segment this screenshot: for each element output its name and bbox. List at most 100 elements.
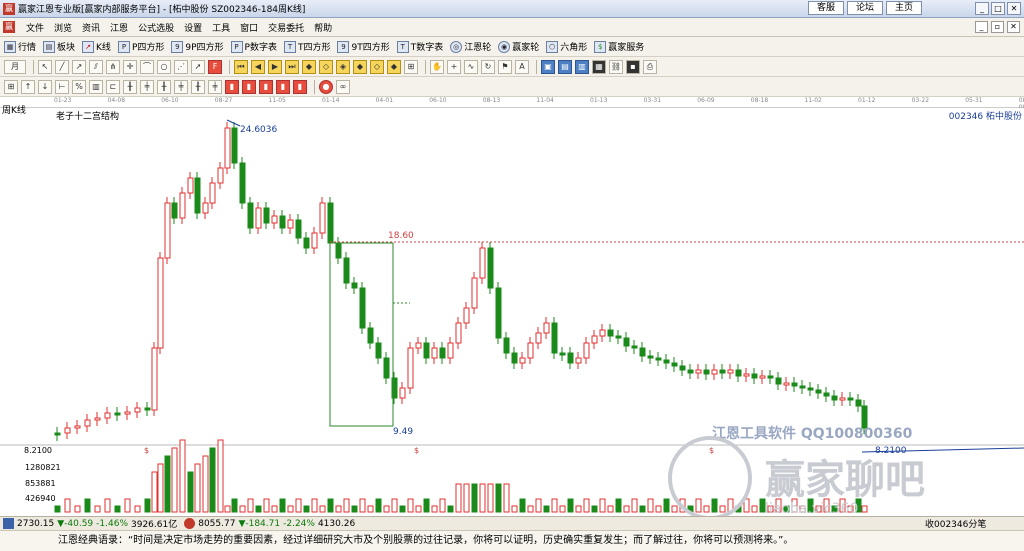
- menu-trade[interactable]: 交易委托: [263, 21, 309, 34]
- red-candle4-icon[interactable]: ▮: [276, 79, 290, 94]
- home-link[interactable]: 主页: [886, 1, 922, 15]
- toolbar-kline-button[interactable]: ↗ K线: [82, 40, 111, 53]
- red-candle5-icon[interactable]: ▮: [293, 79, 307, 94]
- toolbar-winner-wheel-button[interactable]: ◉ 赢家轮: [498, 40, 539, 53]
- last-icon[interactable]: ⏭: [285, 59, 299, 74]
- candle-body: [463, 307, 470, 324]
- toolbar-service-button[interactable]: $ 赢家服务: [594, 40, 644, 53]
- maximize-button[interactable]: □: [991, 2, 1005, 15]
- date-tick-label: 08-27: [214, 97, 233, 104]
- select-icon[interactable]: ↖: [38, 59, 52, 74]
- candle-body: [303, 237, 310, 249]
- down-arrow-icon[interactable]: ↓: [38, 79, 52, 94]
- service-link[interactable]: 客服: [808, 1, 844, 15]
- toolbar-gann-wheel-button[interactable]: ◎ 江恩轮: [450, 40, 491, 53]
- first-icon[interactable]: ⏮: [234, 59, 248, 74]
- menu-browse[interactable]: 浏览: [49, 21, 77, 34]
- child-minimize-button[interactable]: _: [975, 21, 988, 33]
- ruler-icon[interactable]: ⊢: [55, 79, 69, 94]
- step-icon[interactable]: ⊏: [106, 79, 120, 94]
- red-candle2-icon[interactable]: ▮: [242, 79, 256, 94]
- cross-icon[interactable]: ✛: [123, 59, 137, 74]
- grid-small-icon[interactable]: ⊞: [4, 79, 18, 94]
- candle5-icon[interactable]: ╫: [191, 79, 205, 94]
- candle-body: [217, 167, 224, 184]
- forum-link[interactable]: 论坛: [847, 1, 883, 15]
- close-button[interactable]: ✕: [1007, 2, 1021, 15]
- tick-data-label[interactable]: 收002346分笔: [925, 517, 986, 530]
- candle-icon[interactable]: ╫: [123, 79, 137, 94]
- toolbar-hexagon-button[interactable]: ⬡ 六角形: [546, 40, 587, 53]
- red-candle-icon[interactable]: ▮: [225, 79, 239, 94]
- line-icon[interactable]: ╱: [55, 59, 69, 74]
- window3-icon[interactable]: ▥: [575, 59, 589, 74]
- toolbar-9p-square-button[interactable]: 9 9P四方形: [171, 40, 224, 53]
- window1-icon[interactable]: ▣: [541, 59, 555, 74]
- candle-body: [94, 417, 101, 421]
- arc-icon[interactable]: ⌒: [140, 59, 154, 74]
- candle2-icon[interactable]: ╪: [140, 79, 154, 94]
- menu-help[interactable]: 帮助: [309, 21, 337, 34]
- toolbar-p-table-button[interactable]: P P数字表: [230, 40, 277, 53]
- arrow-icon[interactable]: ➚: [191, 59, 205, 74]
- channel-icon[interactable]: ⫽: [89, 59, 103, 74]
- zoom-out-icon[interactable]: ◇: [319, 59, 333, 74]
- hand-icon[interactable]: ✋: [430, 59, 444, 74]
- minimize-button[interactable]: _: [975, 2, 989, 15]
- toolbar-t-table-button[interactable]: T T数字表: [396, 40, 443, 53]
- link-icon[interactable]: ⛓: [609, 59, 623, 74]
- pie-icon[interactable]: ●: [319, 79, 333, 94]
- percent-icon[interactable]: %: [72, 79, 86, 94]
- up-arrow-icon[interactable]: ↑: [21, 79, 35, 94]
- watermark-text-2: 赢家聊吧: [765, 457, 925, 503]
- diamond2-icon[interactable]: ◆: [387, 59, 401, 74]
- menu-settings[interactable]: 设置: [179, 21, 207, 34]
- toolbar-sector-button[interactable]: ▤ 板块: [43, 40, 75, 53]
- menu-tools[interactable]: 工具: [207, 21, 235, 34]
- print-icon[interactable]: ⎙: [643, 59, 657, 74]
- menu-file[interactable]: 文件: [21, 21, 49, 34]
- period-selector[interactable]: 月: [4, 59, 26, 74]
- plus-icon[interactable]: +: [447, 59, 461, 74]
- toolbar-9t-square-button[interactable]: 9 9T四方形: [337, 40, 390, 53]
- toolbar-quote-button[interactable]: ▦ 行情: [4, 40, 36, 53]
- ray-icon[interactable]: ↗: [72, 59, 86, 74]
- fib-icon[interactable]: F: [208, 59, 222, 74]
- prev-icon[interactable]: ◀: [251, 59, 265, 74]
- fan-icon[interactable]: ⋰: [174, 59, 188, 74]
- candle3-icon[interactable]: ╫: [157, 79, 171, 94]
- bars-icon[interactable]: ▥: [89, 79, 103, 94]
- window4-icon[interactable]: ▦: [592, 59, 606, 74]
- fork-icon[interactable]: ⋔: [106, 59, 120, 74]
- menu-formula[interactable]: 公式选股: [133, 21, 179, 34]
- toolbar-t-square-button[interactable]: T T四方形: [283, 40, 330, 53]
- menu-gann[interactable]: 江恩: [105, 21, 133, 34]
- next-icon[interactable]: ▶: [268, 59, 282, 74]
- shift-right-icon[interactable]: ◆: [353, 59, 367, 74]
- zoom-in-icon[interactable]: ◆: [302, 59, 316, 74]
- date-tick-label: 04-08: [107, 97, 126, 104]
- rotate-icon[interactable]: ↻: [481, 59, 495, 74]
- candle4-icon[interactable]: ╪: [174, 79, 188, 94]
- child-restore-button[interactable]: ▫: [991, 21, 1004, 33]
- window2-icon[interactable]: ▤: [558, 59, 572, 74]
- grid-tool-icon[interactable]: ⊞: [404, 59, 418, 74]
- candle6-icon[interactable]: ╪: [208, 79, 222, 94]
- menu-info[interactable]: 资讯: [77, 21, 105, 34]
- red-candle3-icon[interactable]: ▮: [259, 79, 273, 94]
- save-icon[interactable]: ▪: [626, 59, 640, 74]
- diamond-icon[interactable]: ◇: [370, 59, 384, 74]
- volume-bar: [471, 483, 478, 513]
- toolbar-p-square-button[interactable]: P P四方形: [117, 40, 164, 53]
- toolbar-separator: [425, 59, 426, 74]
- text-icon[interactable]: A: [515, 59, 529, 74]
- circle-icon[interactable]: ○: [157, 59, 171, 74]
- kline-chart-area[interactable]: 24.6036 18.60 9.49 8.2100 8.2100 $ $ $1280821 85…: [0, 108, 1024, 520]
- shift-left-icon[interactable]: ◈: [336, 59, 350, 74]
- menu-window[interactable]: 窗口: [235, 21, 263, 34]
- flag-icon[interactable]: ⚑: [498, 59, 512, 74]
- wave-icon[interactable]: ∿: [464, 59, 478, 74]
- infinity-icon[interactable]: ∞: [336, 79, 350, 94]
- volume-bar: [599, 498, 606, 513]
- child-close-button[interactable]: ✕: [1007, 21, 1020, 33]
